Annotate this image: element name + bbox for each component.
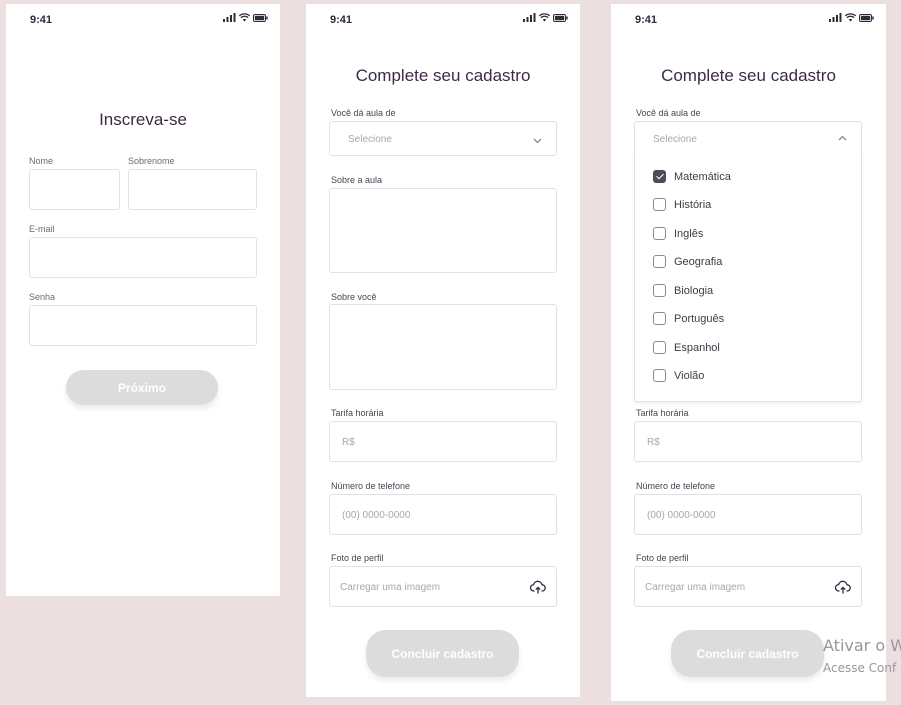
- checkbox-icon[interactable]: [653, 227, 666, 240]
- watermark-line1: Ativar o W: [823, 636, 901, 655]
- wifi-icon: [239, 13, 250, 22]
- phone-placeholder: (00) 0000-0000: [647, 510, 716, 521]
- signup-screen: 9:41 Inscreva-se Nome Sobrenome E-mail S…: [6, 4, 280, 596]
- status-bar: 9:41: [611, 4, 886, 28]
- signal-icon: [223, 13, 236, 22]
- page-title: Complete seu cadastro: [355, 66, 531, 85]
- subject-dropdown: Matemática História Inglês Geografia Bio…: [634, 152, 862, 402]
- subject-option[interactable]: Geografia: [653, 255, 722, 268]
- subject-option[interactable]: Violão: [653, 369, 704, 382]
- option-label: Biologia: [674, 284, 714, 297]
- option-label: Inglês: [674, 227, 704, 240]
- phone-label: Número de telefone: [331, 481, 411, 491]
- page-title: Inscreva-se: [99, 110, 187, 129]
- battery-icon: [253, 13, 268, 22]
- rate-label: Tarifa horária: [331, 408, 384, 418]
- status-time: 9:41: [635, 14, 658, 26]
- profile-screen: 9:41 Complete seu cadastro Você dá aula …: [306, 4, 580, 697]
- last-name-field[interactable]: [128, 169, 257, 210]
- password-label: Senha: [29, 292, 56, 302]
- about-class-textarea[interactable]: [329, 188, 557, 273]
- subject-select[interactable]: Selecione: [329, 121, 557, 156]
- phone-field[interactable]: (00) 0000-0000: [634, 494, 862, 535]
- first-name-field[interactable]: [29, 169, 120, 210]
- password-field[interactable]: [29, 305, 257, 346]
- watermark-line2: Acesse Conf: [823, 661, 897, 675]
- page-title: Complete seu cadastro: [661, 66, 836, 85]
- rate-placeholder: R$: [342, 437, 355, 448]
- option-label: Matemática: [674, 170, 731, 183]
- subject-option[interactable]: Português: [653, 312, 724, 325]
- subject-label: Você dá aula de: [636, 108, 701, 118]
- subject-option[interactable]: Matemática: [653, 170, 731, 183]
- about-class-label: Sobre a aula: [331, 175, 383, 185]
- subject-placeholder: Selecione: [348, 134, 392, 145]
- checkbox-icon[interactable]: [653, 369, 666, 382]
- checkbox-icon[interactable]: [653, 198, 666, 211]
- about-you-label: Sobre você: [331, 292, 377, 302]
- subject-option[interactable]: História: [653, 198, 711, 211]
- subject-option[interactable]: Inglês: [653, 227, 703, 240]
- rate-field[interactable]: R$: [634, 421, 862, 462]
- profile-dropdown-screen: 9:41 Complete seu cadastro Você dá aula …: [611, 4, 886, 701]
- last-name-label: Sobrenome: [128, 156, 175, 166]
- option-label: Geografia: [674, 255, 723, 268]
- signal-icon: [829, 13, 842, 22]
- photo-upload-field[interactable]: Carregar uma imagem: [329, 566, 557, 607]
- next-button[interactable]: Próximo: [66, 370, 218, 405]
- option-label: Violão: [674, 369, 705, 382]
- chevron-up-icon: [838, 135, 847, 141]
- subject-select[interactable]: Selecione: [634, 121, 862, 153]
- cloud-upload-icon[interactable]: [530, 580, 546, 594]
- option-label: História: [674, 198, 712, 211]
- wifi-icon: [539, 13, 550, 22]
- photo-placeholder: Carregar uma imagem: [645, 582, 746, 593]
- subject-option[interactable]: Biologia: [653, 284, 713, 297]
- rate-field[interactable]: R$: [329, 421, 557, 462]
- checkbox-icon[interactable]: [653, 341, 666, 354]
- chevron-down-icon: [533, 138, 542, 144]
- status-bar: 9:41: [306, 4, 580, 28]
- photo-label: Foto de perfil: [636, 553, 689, 563]
- phone-field[interactable]: (00) 0000-0000: [329, 494, 557, 535]
- option-label: Espanhol: [674, 341, 720, 354]
- status-time: 9:41: [330, 14, 353, 26]
- rate-placeholder: R$: [647, 437, 660, 448]
- photo-placeholder: Carregar uma imagem: [340, 582, 441, 593]
- submit-button[interactable]: Concluir cadastro: [671, 630, 824, 677]
- subject-label: Você dá aula de: [331, 108, 396, 118]
- phone-placeholder: (00) 0000-0000: [342, 510, 411, 521]
- subject-placeholder: Selecione: [653, 134, 697, 145]
- status-time: 9:41: [30, 14, 53, 26]
- cloud-upload-icon[interactable]: [835, 580, 851, 594]
- submit-button[interactable]: Concluir cadastro: [366, 630, 519, 677]
- about-you-textarea[interactable]: [329, 304, 557, 390]
- photo-label: Foto de perfil: [331, 553, 384, 563]
- status-bar: 9:41: [6, 4, 280, 28]
- photo-upload-field[interactable]: Carregar uma imagem: [634, 566, 862, 607]
- checkbox-checked-icon[interactable]: [653, 170, 666, 183]
- rate-label: Tarifa horária: [636, 408, 689, 418]
- email-field[interactable]: [29, 237, 257, 278]
- first-name-label: Nome: [29, 156, 54, 166]
- subject-option[interactable]: Espanhol: [653, 341, 720, 354]
- option-label: Português: [674, 312, 725, 325]
- checkbox-icon[interactable]: [653, 312, 666, 325]
- signal-icon: [523, 13, 536, 22]
- phone-label: Número de telefone: [636, 481, 716, 491]
- checkbox-icon[interactable]: [653, 255, 666, 268]
- wifi-icon: [845, 13, 856, 22]
- email-label: E-mail: [29, 224, 55, 234]
- checkbox-icon[interactable]: [653, 284, 666, 297]
- battery-icon: [553, 13, 568, 22]
- battery-icon: [859, 13, 874, 22]
